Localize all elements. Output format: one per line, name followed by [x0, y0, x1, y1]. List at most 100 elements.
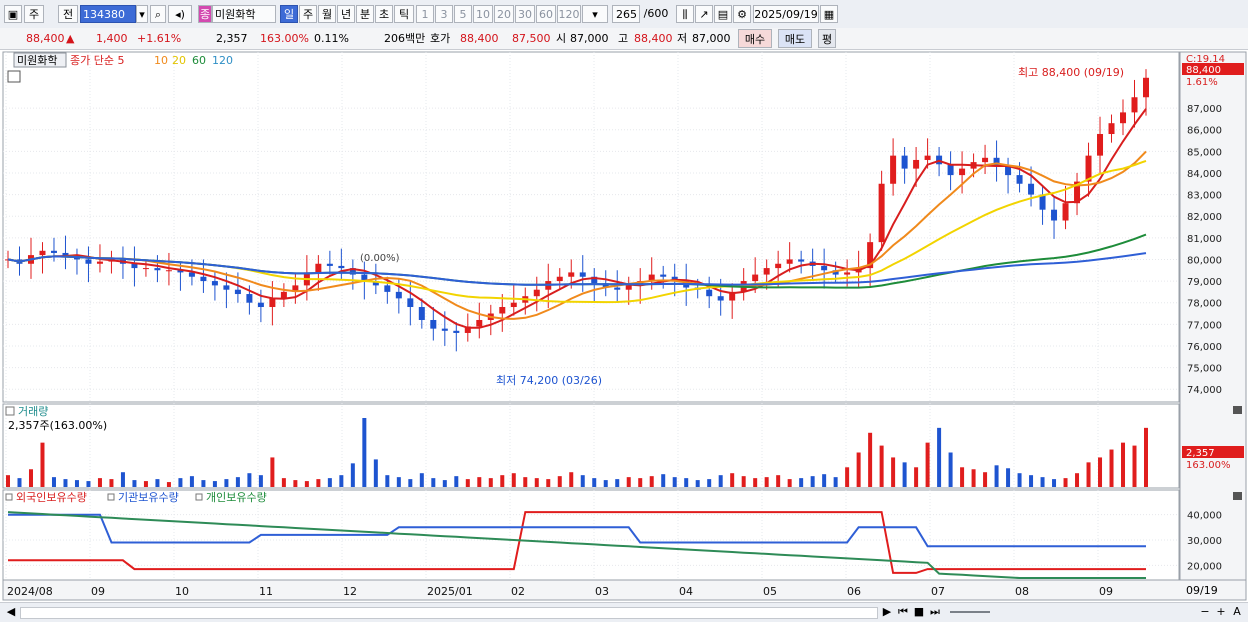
speaker-icon[interactable]: ◂)	[168, 5, 192, 23]
candle-body	[878, 183, 885, 243]
zoom-out-icon[interactable]: −	[1198, 605, 1212, 619]
candle-type-icon[interactable]: ⫼	[676, 5, 694, 23]
hoga-label: 호가	[430, 32, 451, 45]
ma5-legend: 종가 단순 5	[70, 54, 124, 67]
stop-icon[interactable]: ■	[912, 605, 926, 619]
volume-bar	[442, 480, 447, 487]
candle-body	[1062, 203, 1069, 221]
draw-tool-icon[interactable]: ↗	[695, 5, 713, 23]
price-tick-label: 79,000	[1187, 277, 1222, 288]
date-input[interactable]: 2025/09/19	[753, 5, 819, 23]
holdings-close-icon[interactable]	[1233, 492, 1242, 500]
foreign-checkbox[interactable]	[5, 493, 13, 501]
candle-body	[1016, 175, 1023, 184]
zoom-in-icon[interactable]: +	[1214, 605, 1228, 619]
prev-button[interactable]: 전	[58, 5, 78, 23]
sell-button[interactable]: 매도	[778, 29, 812, 48]
gear-icon[interactable]: ⚙	[733, 5, 751, 23]
candle-body	[154, 268, 161, 271]
inst-checkbox[interactable]	[107, 493, 115, 501]
volume-bar	[178, 478, 183, 487]
tab-month[interactable]: 월	[318, 5, 336, 23]
volume-bar	[971, 469, 976, 487]
scroll-left-icon[interactable]: ◀	[4, 605, 18, 619]
font-size-icon[interactable]: A	[1230, 605, 1244, 619]
first-icon[interactable]: ⏮	[896, 605, 910, 619]
tab-year[interactable]: 년	[337, 5, 355, 23]
candle-body	[246, 294, 253, 303]
interval-60[interactable]: 60	[536, 5, 556, 23]
candle-body	[1108, 123, 1115, 135]
x-tick-label: 10	[175, 585, 189, 598]
candle-body	[407, 298, 414, 308]
scrollbar-track[interactable]	[20, 607, 878, 619]
volume-bar	[40, 442, 45, 487]
interval-3[interactable]: 3	[435, 5, 453, 23]
interval-1[interactable]: 1	[416, 5, 434, 23]
volume-title: 거래량	[18, 405, 48, 418]
chevron-down-icon[interactable]: ▾	[136, 5, 148, 23]
volume-bar	[270, 457, 275, 487]
candle-body	[315, 263, 322, 273]
tab-day[interactable]: 일	[280, 5, 298, 23]
price-tick-label: 78,000	[1187, 299, 1222, 310]
x-tick-label: 03	[595, 585, 609, 598]
volume-bar	[488, 478, 493, 487]
interval-30[interactable]: 30	[515, 5, 535, 23]
candle-body	[947, 164, 954, 176]
volume-bar	[580, 475, 585, 487]
high-value: 88,400	[634, 32, 673, 45]
candle-body	[50, 250, 57, 253]
eval-button[interactable]: 평	[818, 29, 836, 48]
stock-name[interactable]: 미원화학	[212, 5, 276, 23]
save-icon[interactable]: ▤	[714, 5, 732, 23]
market-select[interactable]: 주	[24, 5, 44, 23]
volume-tag-pct: 163.00%	[1186, 460, 1231, 471]
interval-20[interactable]: 20	[494, 5, 514, 23]
volume-bar	[293, 480, 298, 487]
holdings-panel	[2, 489, 1180, 581]
bottom-bar: ◀ ▶ ⏮ ■ ⏭ − + A	[0, 602, 1248, 622]
volume-checkbox[interactable]	[5, 406, 15, 416]
last-icon[interactable]: ⏭	[928, 605, 942, 619]
count-input[interactable]: 265	[612, 5, 640, 23]
volume-bar	[316, 479, 321, 487]
price-tick-label: 83,000	[1187, 191, 1222, 202]
volume-bar	[845, 467, 850, 487]
retail-checkbox[interactable]	[195, 493, 203, 501]
price-tick-label: 75,000	[1187, 364, 1222, 375]
low-label: 저	[677, 32, 688, 45]
interval-5[interactable]: 5	[454, 5, 472, 23]
volume-bar	[120, 472, 125, 487]
volume-bar	[1075, 473, 1080, 487]
tab-second[interactable]: 초	[375, 5, 393, 23]
window-icon[interactable]: ▣	[4, 5, 22, 23]
scroll-right-icon[interactable]: ▶	[880, 605, 894, 619]
calendar-icon[interactable]: ▦	[820, 5, 838, 23]
volume-bar	[523, 477, 528, 487]
buy-button[interactable]: 매수	[738, 29, 772, 48]
candle-body	[556, 276, 563, 282]
zoom-slider[interactable]	[950, 611, 990, 613]
ma20-legend: 20	[172, 54, 186, 67]
chart-svg: 74,000 75,000 76,000 77,000 78,000 79,000 80,0…	[2, 51, 1247, 601]
volume-bar	[718, 475, 723, 487]
candle-body	[821, 265, 828, 271]
candle-body	[453, 330, 460, 333]
volume-close-icon[interactable]	[1233, 406, 1242, 414]
interval-dropdown-icon[interactable]: ▾	[582, 5, 608, 23]
candle-body	[660, 274, 667, 277]
volume-bar	[856, 452, 861, 487]
interval-120[interactable]: 120	[557, 5, 581, 23]
volume-bar	[603, 480, 608, 487]
interval-10[interactable]: 10	[473, 5, 493, 23]
candle-body	[614, 287, 621, 290]
tab-tick[interactable]: 틱	[394, 5, 414, 23]
code-input[interactable]: 134380	[80, 5, 136, 23]
search-icon[interactable]: ⌕	[150, 5, 166, 23]
tab-week[interactable]: 주	[299, 5, 317, 23]
tab-minute[interactable]: 분	[356, 5, 374, 23]
holding-tick-label: 40,000	[1187, 511, 1222, 522]
table-icon[interactable]	[7, 70, 21, 83]
volume-bar	[109, 479, 114, 487]
